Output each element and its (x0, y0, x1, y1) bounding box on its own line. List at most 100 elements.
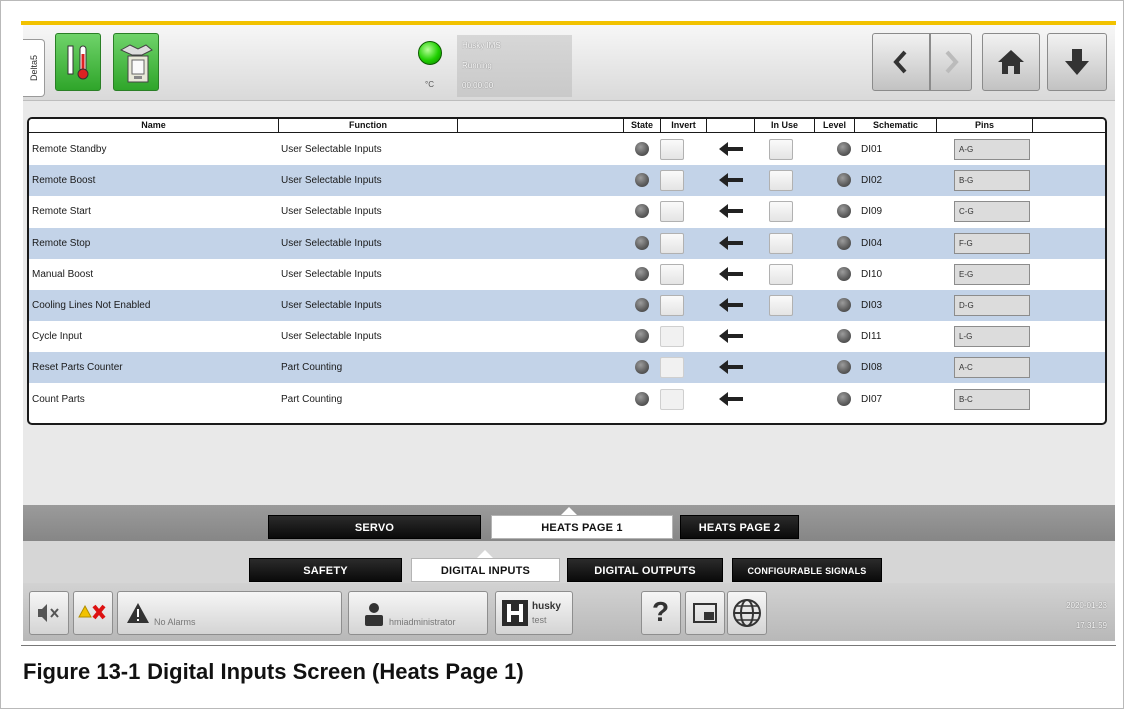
back-button[interactable] (872, 33, 930, 91)
help-icon: ? (652, 596, 670, 627)
home-button[interactable] (982, 33, 1040, 91)
table-row[interactable]: Remote Stop User Selectable Inputs DI04 F-G (29, 227, 1105, 259)
in-use-checkbox[interactable] (769, 295, 793, 316)
forward-button[interactable] (930, 33, 972, 91)
pins-field[interactable]: A-C (954, 357, 1030, 379)
tab-safety[interactable]: SAFETY (249, 558, 402, 582)
in-use-checkbox[interactable] (769, 263, 793, 285)
temperature-button[interactable] (55, 33, 101, 91)
row-function: User Selectable Inputs (281, 300, 382, 311)
language-button[interactable] (727, 591, 767, 635)
row-function: User Selectable Inputs (281, 175, 382, 187)
pins-field[interactable]: B-C (954, 388, 1030, 410)
invert-checkbox[interactable] (660, 232, 684, 254)
invert-checkbox[interactable] (660, 295, 684, 316)
tab-digital-inputs[interactable]: DIGITAL INPUTS (411, 558, 560, 582)
table-row[interactable]: Cycle Input User Selectable Inputs DI11 L-G (29, 321, 1105, 352)
pins-field[interactable]: B-G (954, 170, 1030, 192)
row-function: User Selectable Inputs (281, 144, 382, 155)
col-header-blank-3 (1033, 119, 1105, 133)
machine-name: husky (532, 601, 561, 612)
screenshot-button[interactable] (685, 591, 725, 635)
row-schematic: DI01 (861, 144, 883, 155)
table-row[interactable]: Cooling Lines Not Enabled User Selectable… (29, 290, 1105, 321)
invert-checkbox[interactable] (660, 201, 684, 223)
state-indicator-icon (635, 329, 649, 344)
in-use-checkbox[interactable] (769, 232, 793, 254)
row-name: Cycle Input (32, 331, 83, 343)
invert-checkbox[interactable] (660, 139, 684, 160)
left-arrow-icon (718, 297, 744, 313)
side-tab[interactable]: Delta5 (23, 39, 45, 97)
tab-servo[interactable]: SERVO (268, 515, 481, 539)
machine-button[interactable]: husky test (495, 591, 573, 635)
alarm-reset-button[interactable] (73, 591, 113, 635)
pins-field[interactable]: D-G (954, 295, 1030, 316)
figure-title: Digital Inputs Screen (Heats Page 1) (147, 659, 524, 684)
figure-caption: Figure 13-1 Digital Inputs Screen (Heats… (23, 659, 524, 685)
col-header-level: Level (815, 119, 855, 133)
table-row[interactable]: Manual Boost User Selectable Inputs DI10 E-… (29, 259, 1105, 290)
tab-heats-page-1[interactable]: HEATS PAGE 1 (491, 515, 673, 539)
invert-checkbox[interactable] (660, 357, 684, 379)
speaker-muted-icon (38, 604, 59, 622)
table-row[interactable]: Remote Boost User Selectable Inputs DI02 B-… (29, 165, 1105, 197)
figure-number: Figure 13-1 (23, 659, 141, 684)
pins-field[interactable]: C-G (954, 201, 1030, 223)
row-name: Remote Boost (32, 175, 96, 187)
download-button[interactable] (1047, 33, 1107, 91)
row-schematic: DI04 (861, 237, 883, 249)
col-header-pins: Pins (937, 119, 1033, 133)
left-arrow-icon (718, 391, 744, 407)
chevron-right-icon (945, 50, 959, 74)
tab-heats-page-2[interactable]: HEATS PAGE 2 (680, 515, 799, 539)
controller-button[interactable] (113, 33, 159, 91)
in-use-checkbox[interactable] (769, 201, 793, 223)
invert-checkbox[interactable] (660, 263, 684, 285)
row-name: Count Parts (32, 393, 85, 405)
status-light-icon (418, 41, 442, 65)
tab-digital-outputs[interactable]: DIGITAL OUTPUTS (567, 558, 723, 582)
row-name: Remote Standby (32, 144, 107, 155)
invert-checkbox[interactable] (660, 170, 684, 192)
level-indicator-icon (837, 235, 851, 250)
pins-field[interactable]: L-G (954, 326, 1030, 348)
row-name: Manual Boost (32, 268, 94, 280)
table-row[interactable]: Remote Standby User Selectable Inputs DI01… (29, 134, 1105, 165)
level-indicator-icon (837, 266, 851, 281)
left-arrow-icon (718, 328, 744, 344)
clock-date: 2020-01-23 (1066, 601, 1107, 610)
clock-time: 17:31:59 (1075, 621, 1107, 630)
row-name: Remote Stop (32, 237, 91, 249)
pins-field[interactable]: F-G (954, 232, 1030, 254)
globe-icon (733, 599, 761, 627)
pins-field[interactable]: E-G (954, 263, 1030, 285)
pins-field[interactable]: A-G (954, 139, 1030, 160)
help-button[interactable]: ? (641, 591, 681, 635)
alarm-clear-icon (78, 604, 106, 620)
mute-button[interactable] (29, 591, 69, 635)
col-header-schematic: Schematic (855, 119, 937, 133)
in-use-checkbox[interactable] (769, 170, 793, 192)
table-row[interactable]: Count Parts Part Counting DI07 B-C (29, 384, 1105, 415)
status-timer: 00:00:00 (462, 81, 494, 90)
tab-configurable-signals[interactable]: CONFIGURABLE SIGNALS (732, 558, 882, 582)
caption-rule (21, 645, 1116, 646)
figure-frame: Delta5 °C Husky IMS Running 00:00:00 Nam… (0, 0, 1124, 709)
machine-sub: test (532, 615, 547, 625)
row-schematic: DI09 (861, 206, 883, 218)
invert-checkbox[interactable] (660, 388, 684, 410)
status-state: Running (462, 61, 492, 70)
left-arrow-icon (718, 266, 744, 282)
state-indicator-icon (635, 173, 649, 188)
invert-checkbox[interactable] (660, 326, 684, 348)
alarms-button[interactable]: No Alarms (117, 591, 342, 635)
table-row[interactable]: Reset Parts Counter Part Counting DI08 A-C (29, 352, 1105, 384)
in-use-checkbox[interactable] (769, 139, 793, 160)
table-row[interactable]: Remote Start User Selectable Inputs DI09 C-… (29, 196, 1105, 227)
alarm-status: No Alarms (154, 617, 196, 627)
row-schematic: DI02 (861, 175, 883, 187)
row-name: Remote Start (32, 206, 91, 218)
row-schematic: DI07 (861, 393, 883, 405)
user-button[interactable]: hmiadministrator (348, 591, 488, 635)
